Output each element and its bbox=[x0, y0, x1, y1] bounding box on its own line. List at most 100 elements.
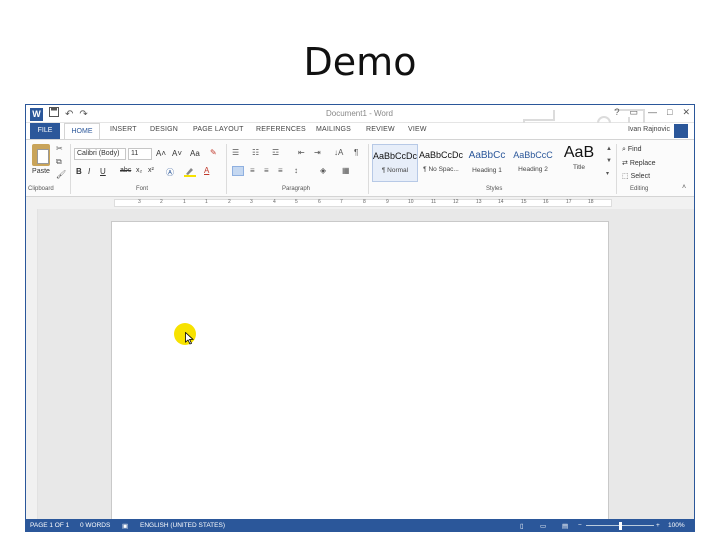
user-name[interactable]: Ivan Rajnovic bbox=[628, 126, 670, 133]
tab-page-layout[interactable]: PAGE LAYOUT bbox=[193, 126, 244, 133]
line-spacing-icon[interactable]: ↕ bbox=[294, 166, 298, 175]
subscript-button[interactable]: x₂ bbox=[136, 167, 142, 174]
styles-scroll-up-icon[interactable]: ▲ bbox=[606, 146, 612, 152]
ruler-number: 5 bbox=[295, 199, 298, 205]
find-label: Find bbox=[627, 146, 642, 153]
tab-file[interactable]: FILE bbox=[30, 123, 60, 139]
select-icon: ⬚ bbox=[622, 173, 631, 180]
tab-mailings[interactable]: MAILINGS bbox=[316, 126, 351, 133]
bullets-icon[interactable]: ☰ bbox=[232, 148, 239, 157]
page-count[interactable]: PAGE 1 OF 1 bbox=[30, 522, 69, 529]
ruler-number: 8 bbox=[363, 199, 366, 205]
align-left-button[interactable] bbox=[232, 166, 244, 176]
bold-button[interactable]: B bbox=[76, 167, 82, 176]
tab-home[interactable]: HOME bbox=[64, 123, 100, 140]
ruler-number: 12 bbox=[453, 199, 459, 205]
tab-insert[interactable]: INSERT bbox=[110, 126, 137, 133]
font-name-select[interactable]: Calibri (Body) bbox=[74, 148, 126, 160]
word-window: W ↶ ↷ Document1 - Word ? ▭ — □ ✕ FILE HO… bbox=[25, 104, 695, 532]
group-separator bbox=[616, 144, 617, 194]
read-mode-icon[interactable]: ▯ bbox=[520, 522, 524, 530]
ruler-number: 11 bbox=[431, 199, 437, 205]
find-button[interactable]: ⌕ Find bbox=[622, 146, 642, 154]
shading-icon[interactable]: ◈ bbox=[320, 166, 326, 175]
style-heading-2[interactable]: AaBbCcC Heading 2 bbox=[510, 144, 556, 182]
print-layout-icon[interactable]: ▭ bbox=[540, 522, 546, 530]
tab-review[interactable]: REVIEW bbox=[366, 126, 395, 133]
style-sample: AaBbCcDc bbox=[373, 151, 417, 161]
help-button[interactable]: ? bbox=[614, 107, 619, 118]
replace-button[interactable]: ⇄ Replace bbox=[622, 159, 656, 167]
style-title[interactable]: AaB Title bbox=[556, 144, 602, 182]
tab-design[interactable]: DESIGN bbox=[150, 126, 178, 133]
ribbon-display-button[interactable]: ▭ bbox=[630, 107, 639, 118]
ruler-number: 6 bbox=[318, 199, 321, 205]
styles-more-icon[interactable]: ▾ bbox=[606, 170, 609, 177]
copy-icon[interactable]: ⧉ bbox=[56, 157, 62, 167]
style-heading-1[interactable]: AaBbCc Heading 1 bbox=[464, 144, 510, 182]
underline-button[interactable]: U bbox=[100, 167, 106, 176]
document-page[interactable] bbox=[111, 221, 609, 521]
document-title: Document1 - Word bbox=[326, 109, 393, 118]
undo-icon[interactable]: ↶ bbox=[65, 108, 73, 121]
text-effects-icon[interactable]: Ⓐ bbox=[166, 167, 174, 178]
paste-button[interactable]: Paste bbox=[30, 144, 52, 184]
highlight-icon[interactable] bbox=[184, 167, 196, 179]
save-icon[interactable] bbox=[49, 107, 59, 121]
strikethrough-button[interactable]: abc bbox=[120, 167, 131, 174]
font-group-label: Font bbox=[136, 186, 149, 192]
word-app-icon[interactable]: W bbox=[30, 107, 43, 121]
select-label: Select bbox=[630, 173, 651, 180]
title-bar: W ↶ ↷ Document1 - Word ? ▭ — □ ✕ bbox=[26, 105, 694, 135]
grow-font-button[interactable]: A˄ bbox=[156, 149, 166, 158]
avatar[interactable] bbox=[674, 124, 688, 138]
select-button[interactable]: ⬚ Select bbox=[622, 172, 650, 180]
superscript-button[interactable]: x² bbox=[148, 167, 154, 174]
clipboard-icon bbox=[32, 144, 50, 166]
show-marks-button[interactable]: ¶ bbox=[354, 148, 358, 157]
justify-icon[interactable]: ≡ bbox=[278, 166, 283, 175]
cut-icon[interactable]: ✂ bbox=[56, 144, 63, 153]
numbering-icon[interactable]: ☷ bbox=[252, 148, 259, 157]
multilevel-list-icon[interactable]: ☲ bbox=[272, 148, 279, 157]
zoom-level[interactable]: 100% bbox=[668, 522, 685, 529]
group-separator bbox=[70, 144, 71, 194]
decrease-indent-icon[interactable]: ⇤ bbox=[298, 148, 305, 157]
shrink-font-button[interactable]: A˅ bbox=[172, 149, 182, 158]
zoom-out-icon[interactable]: − bbox=[578, 522, 582, 529]
ruler-number: 16 bbox=[543, 199, 549, 205]
maximize-button[interactable]: □ bbox=[667, 107, 672, 118]
minimize-button[interactable]: — bbox=[648, 107, 657, 118]
horizontal-ruler[interactable]: 3 2 1 1 2 3 4 5 6 7 8 9 10 11 12 13 14 15 16 17 18 bbox=[114, 199, 612, 207]
collapse-ribbon-icon[interactable]: ˄ bbox=[682, 184, 686, 191]
document-area bbox=[38, 209, 694, 521]
style-normal[interactable]: AaBbCcDc ¶ Normal bbox=[372, 144, 418, 182]
borders-icon[interactable]: ▦ bbox=[342, 166, 350, 175]
sort-button[interactable]: ↓A bbox=[334, 148, 343, 157]
tab-view[interactable]: VIEW bbox=[408, 126, 427, 133]
close-button[interactable]: ✕ bbox=[682, 107, 690, 118]
clear-formatting-icon[interactable]: ✎ bbox=[210, 148, 217, 157]
align-center-icon[interactable]: ≡ bbox=[250, 166, 255, 175]
zoom-slider-thumb[interactable] bbox=[619, 522, 622, 530]
styles-scroll-down-icon[interactable]: ▼ bbox=[606, 158, 612, 164]
font-size-select[interactable]: 11 bbox=[128, 148, 152, 160]
zoom-in-icon[interactable]: + bbox=[656, 522, 660, 529]
increase-indent-icon[interactable]: ⇥ bbox=[314, 148, 321, 157]
ruler-number: 2 bbox=[160, 199, 163, 205]
replace-label: Replace bbox=[629, 160, 656, 167]
ruler-number: 2 bbox=[228, 199, 231, 205]
style-no-spacing[interactable]: AaBbCcDc ¶ No Spac... bbox=[418, 144, 464, 182]
redo-icon[interactable]: ↷ bbox=[79, 108, 87, 121]
proofing-icon[interactable]: ▣ bbox=[122, 522, 128, 530]
web-layout-icon[interactable]: ▤ bbox=[562, 522, 568, 530]
italic-button[interactable]: I bbox=[88, 167, 90, 176]
vertical-ruler[interactable] bbox=[26, 209, 38, 519]
format-painter-icon[interactable]: 🖌 bbox=[56, 170, 66, 179]
change-case-button[interactable]: Aa bbox=[190, 149, 200, 158]
tab-references[interactable]: REFERENCES bbox=[256, 126, 306, 133]
word-count[interactable]: 0 WORDS bbox=[80, 522, 110, 529]
font-color-button[interactable]: A bbox=[204, 166, 209, 175]
language-indicator[interactable]: ENGLISH (UNITED STATES) bbox=[140, 522, 225, 529]
align-right-icon[interactable]: ≡ bbox=[264, 166, 269, 175]
